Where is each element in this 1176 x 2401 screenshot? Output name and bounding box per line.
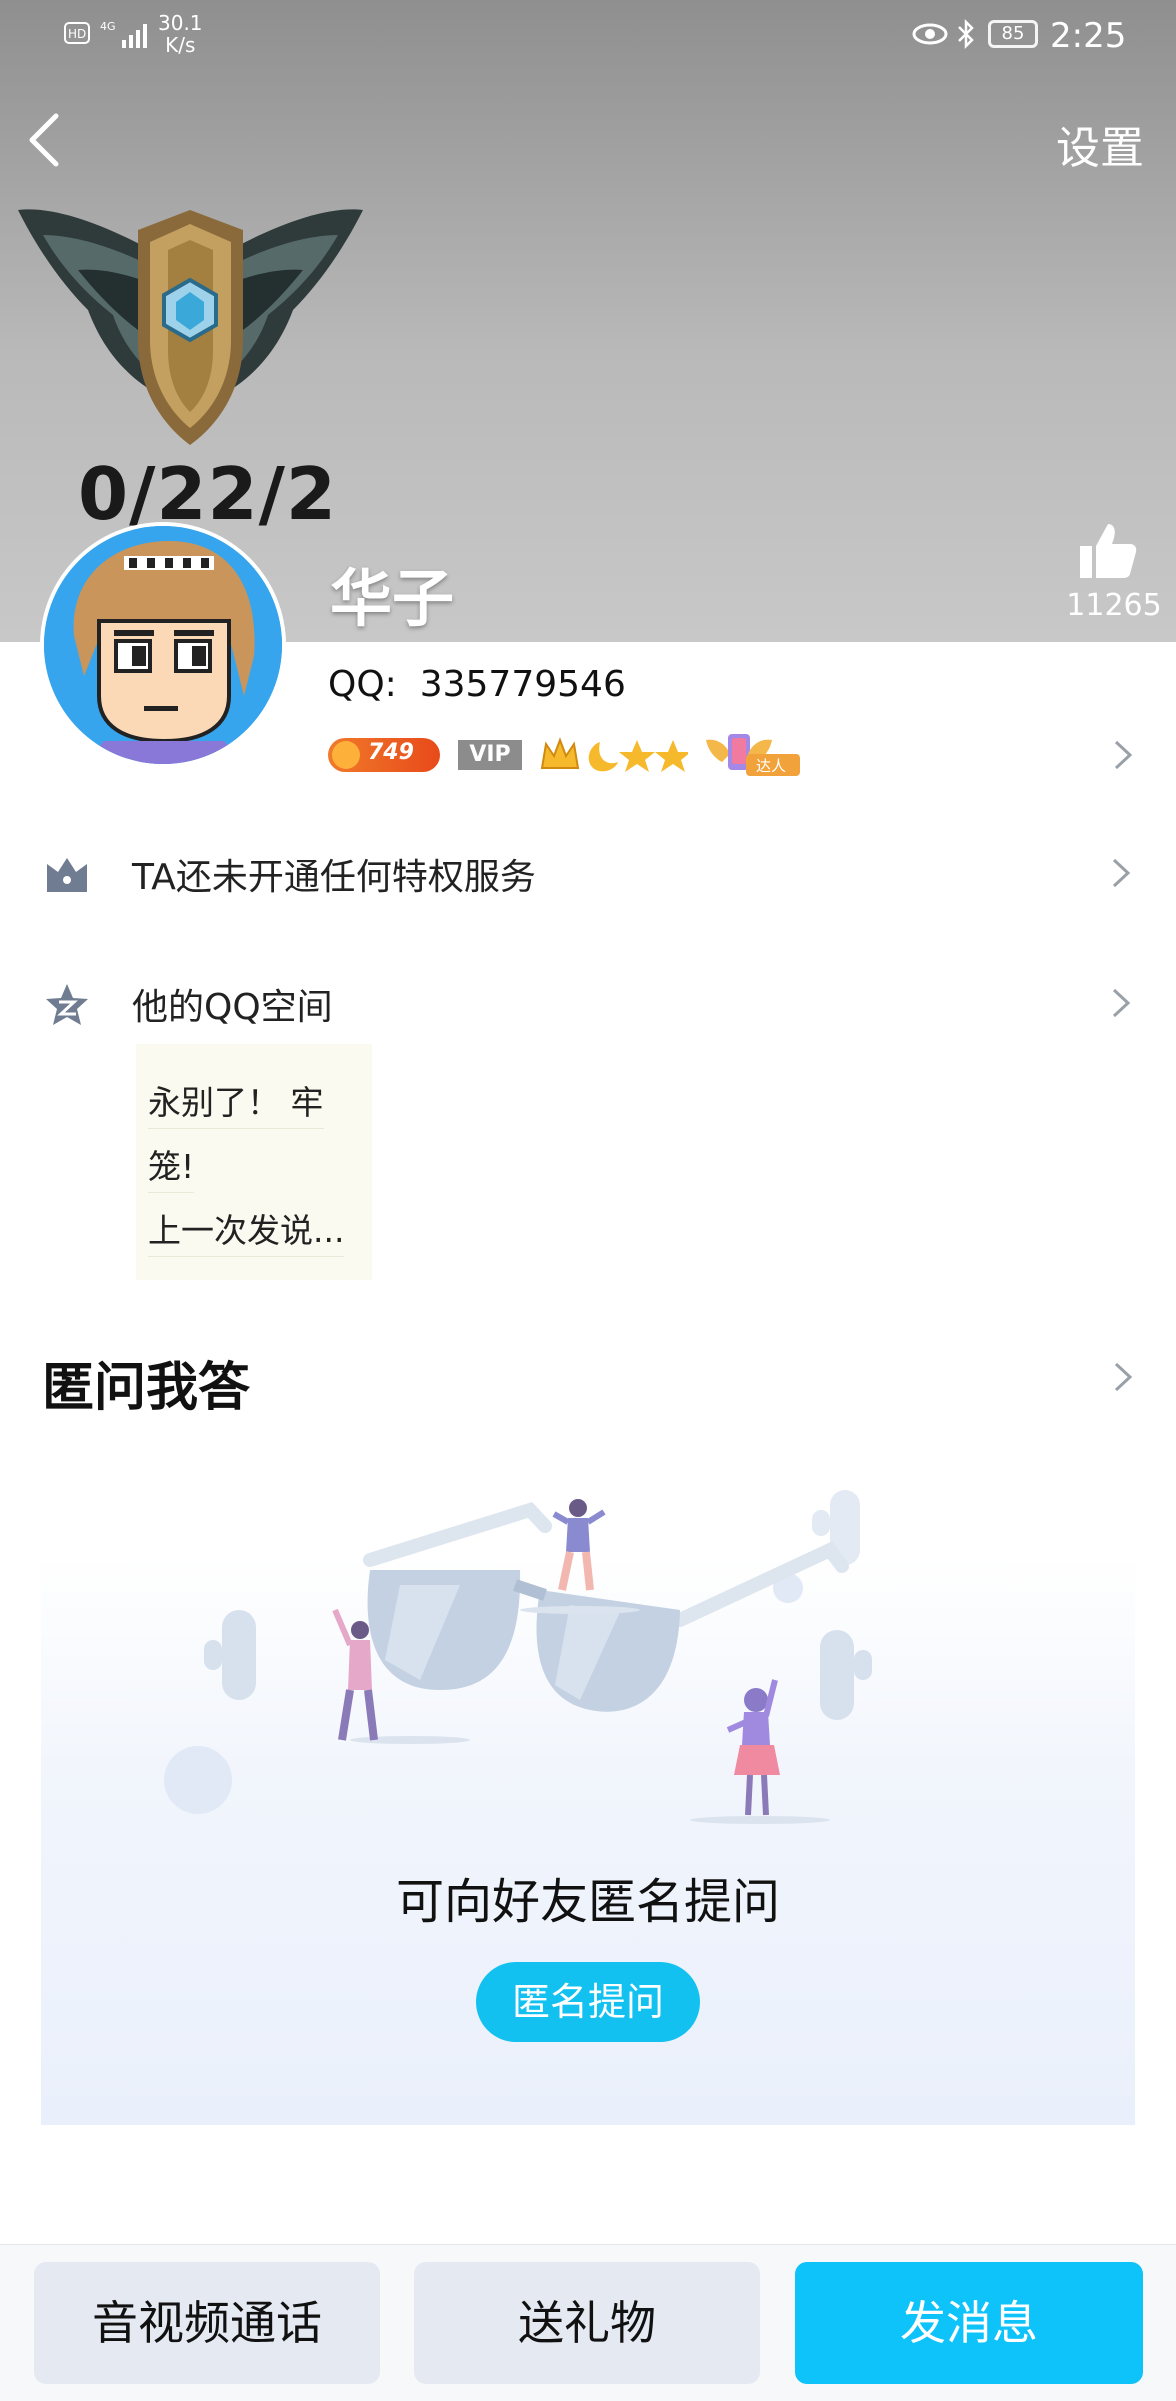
- svg-text:HD: HD: [68, 27, 86, 41]
- qzone-post-line: 上一次发说...: [148, 1204, 345, 1257]
- hd-icon: HD: [64, 22, 90, 44]
- profile-name: 华子: [330, 562, 455, 635]
- av-call-button[interactable]: 音视频通话: [34, 2262, 380, 2384]
- talent-label: 达人: [756, 757, 787, 775]
- vip-badge: VIP: [458, 740, 522, 770]
- level-number: 749: [368, 740, 414, 765]
- eye-icon: [912, 23, 948, 45]
- settings-button[interactable]: 设置: [1056, 112, 1144, 176]
- qzone-post-line: 笼!: [148, 1140, 195, 1193]
- status-bar: HD 4G 30.1 K/s 85 2:25: [0, 0, 1176, 72]
- chevron-right-icon: [1112, 988, 1131, 1018]
- chevron-right-icon[interactable]: [1112, 738, 1134, 772]
- level-badge: 749: [328, 738, 440, 772]
- qzone-post-preview[interactable]: 永别了！ 牢 笼! 上一次发说...: [136, 1044, 372, 1280]
- qq-number: 335779546: [419, 664, 626, 705]
- thumbs-up-icon[interactable]: [1074, 518, 1138, 582]
- qzone-post-line: 永别了！ 牢: [148, 1076, 324, 1129]
- sunglasses-illustration: [164, 1490, 872, 1824]
- like-count: 11265: [1066, 588, 1162, 623]
- qq-level-icons: [540, 737, 688, 772]
- send-message-button[interactable]: 发消息: [795, 2262, 1143, 2384]
- qzone-star-icon: [46, 984, 88, 1025]
- anon-ask-button[interactable]: 匿名提问: [476, 1962, 700, 2042]
- network-speed-unit: K/s: [165, 33, 196, 57]
- svg-text:4G: 4G: [100, 20, 116, 33]
- qq-number-line: QQ: 335779546: [328, 664, 626, 705]
- clock: 2:25: [1050, 16, 1127, 56]
- qq-label: QQ:: [328, 664, 397, 705]
- anon-qa-prompt: 可向好友匿名提问: [395, 1874, 780, 1930]
- 4g-signal-icon: 4G: [100, 20, 147, 48]
- chevron-right-icon[interactable]: [1112, 1360, 1134, 1394]
- network-speed: 30.1 K/s: [158, 12, 203, 56]
- send-gift-button[interactable]: 送礼物: [414, 2262, 760, 2384]
- bluetooth-icon: [958, 18, 974, 50]
- chevron-right-icon: [1112, 858, 1131, 888]
- avatar[interactable]: [40, 522, 286, 768]
- game-stats-text: 0/22/2: [78, 452, 337, 536]
- network-speed-value: 30.1: [158, 11, 203, 35]
- privilege-label: TA还未开通任何特权服务: [132, 857, 536, 898]
- battery-icon: 85: [988, 20, 1038, 48]
- back-arrow-icon[interactable]: [22, 110, 72, 170]
- privilege-row[interactable]: TA还未开通任何特权服务: [0, 822, 1176, 922]
- qzone-row[interactable]: 他的QQ空间: [0, 952, 1176, 1052]
- qzone-label: 他的QQ空间: [132, 987, 333, 1028]
- talent-badge: 达人: [704, 730, 804, 778]
- avatar-image: [44, 526, 282, 764]
- crown-icon: [47, 858, 87, 892]
- talent-wings-icon: [706, 734, 800, 776]
- anon-qa-title: 匿问我答: [42, 1358, 251, 1418]
- pixel-character-avatar: [44, 526, 282, 764]
- badge-row[interactable]: 749 VIP 达人: [328, 730, 828, 780]
- game-rank-emblem: [18, 209, 363, 445]
